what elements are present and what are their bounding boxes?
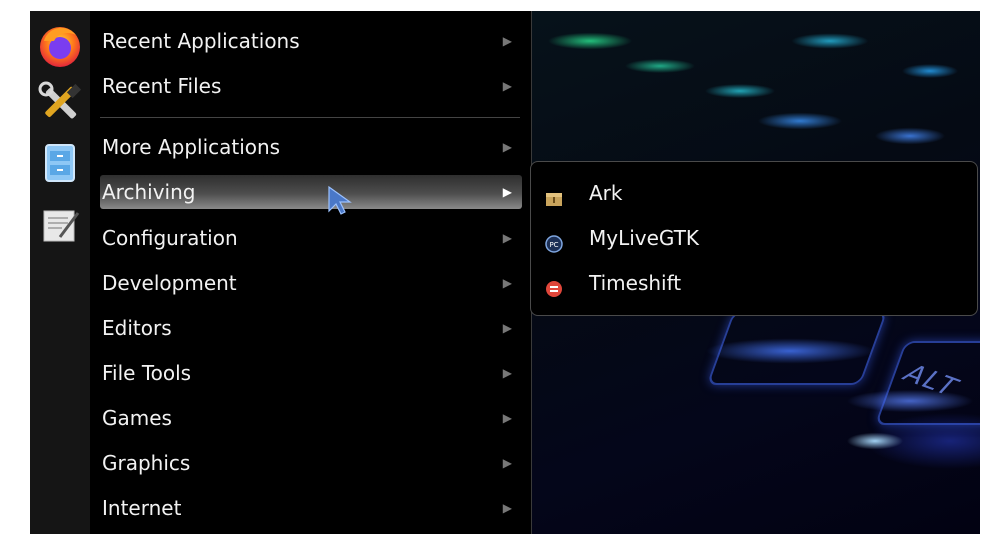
svg-text:PC: PC xyxy=(549,241,558,249)
menu-item-label: Editors xyxy=(102,316,172,340)
menu-item-development[interactable]: Development ▶ xyxy=(100,266,522,300)
chevron-right-icon: ▶ xyxy=(502,79,512,93)
chevron-right-icon: ▶ xyxy=(502,34,512,48)
menu-item-file-tools[interactable]: File Tools ▶ xyxy=(100,356,522,390)
menu-item-games[interactable]: Games ▶ xyxy=(100,401,522,435)
menu-item-archiving[interactable]: Archiving ▶ xyxy=(100,175,522,209)
menu-separator xyxy=(100,117,520,118)
menu-item-label: Graphics xyxy=(102,451,191,475)
chevron-right-icon: ▶ xyxy=(502,231,512,245)
menu-item-label: Configuration xyxy=(102,226,238,250)
menu-item-label: Internet xyxy=(102,496,182,520)
menu-item-configuration[interactable]: Configuration ▶ xyxy=(100,221,522,255)
menu-item-label: File Tools xyxy=(102,361,192,385)
firefox-icon[interactable] xyxy=(34,19,86,71)
keyboard-key-decoration xyxy=(706,311,888,385)
chevron-right-icon: ▶ xyxy=(502,185,512,199)
menu-item-label: More Applications xyxy=(102,135,281,159)
desktop: ALT Recent Applications ▶ Recent Files ▶… xyxy=(30,11,980,534)
menu-item-internet[interactable]: Internet ▶ xyxy=(100,491,522,525)
submenu-item-label: Timeshift xyxy=(589,271,682,295)
mouse-pointer-icon xyxy=(327,185,353,219)
launcher-strip xyxy=(30,11,90,534)
file-manager-icon[interactable] xyxy=(34,137,86,189)
chevron-right-icon: ▶ xyxy=(502,140,512,154)
chevron-right-icon: ▶ xyxy=(502,321,512,335)
ark-icon xyxy=(545,184,563,206)
chevron-right-icon: ▶ xyxy=(502,501,512,515)
menu-item-label: Games xyxy=(102,406,172,430)
chevron-right-icon: ▶ xyxy=(502,366,512,380)
submenu-item-label: Ark xyxy=(589,181,623,205)
menu-item-graphics[interactable]: Graphics ▶ xyxy=(100,446,522,480)
settings-tools-icon[interactable] xyxy=(34,77,86,129)
menu-item-label: Development xyxy=(102,271,237,295)
archiving-submenu: Ark PC MyLiveGTK Timeshift xyxy=(530,161,978,316)
menu-item-more-applications[interactable]: More Applications ▶ xyxy=(100,130,522,164)
submenu-item-ark[interactable]: Ark xyxy=(545,176,965,210)
mylivegtk-icon: PC xyxy=(545,229,563,253)
text-editor-icon[interactable] xyxy=(34,199,86,251)
menu-item-recent-applications[interactable]: Recent Applications ▶ xyxy=(100,24,522,58)
submenu-item-mylivegtk[interactable]: PC MyLiveGTK xyxy=(545,221,965,255)
menu-item-label: Archiving xyxy=(102,180,196,204)
menu-item-editors[interactable]: Editors ▶ xyxy=(100,311,522,345)
menu-item-label: Recent Applications xyxy=(102,29,300,53)
timeshift-icon xyxy=(545,274,563,297)
menu-item-recent-files[interactable]: Recent Files ▶ xyxy=(100,69,522,103)
application-menu: Recent Applications ▶ Recent Files ▶ Mor… xyxy=(90,11,532,534)
menu-item-label: Recent Files xyxy=(102,74,222,98)
chevron-right-icon: ▶ xyxy=(502,411,512,425)
submenu-item-timeshift[interactable]: Timeshift xyxy=(545,266,965,300)
chevron-right-icon: ▶ xyxy=(502,456,512,470)
chevron-right-icon: ▶ xyxy=(502,276,512,290)
submenu-item-label: MyLiveGTK xyxy=(589,226,700,250)
